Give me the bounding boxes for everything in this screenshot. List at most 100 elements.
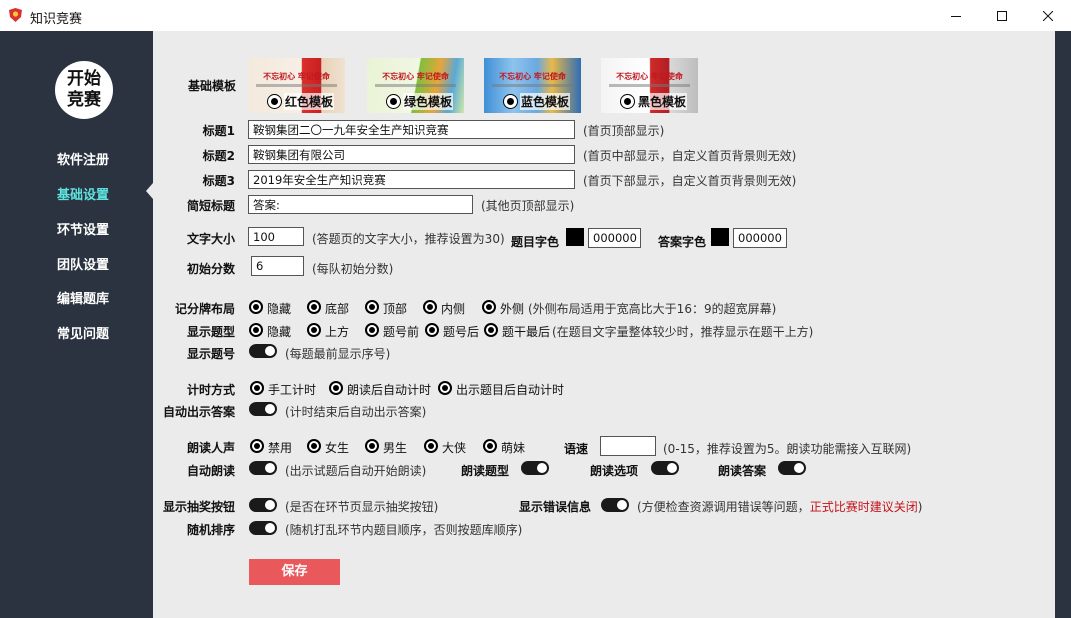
timer-after-read-radio[interactable] bbox=[329, 381, 343, 395]
answer-color-swatch[interactable] bbox=[711, 228, 729, 246]
speech-speed-input[interactable] bbox=[600, 436, 656, 456]
template-blue[interactable]: 不忘初心 牢记使命 蓝色模板 bbox=[484, 58, 581, 113]
voice-male-radio[interactable] bbox=[365, 439, 379, 453]
template-black-radio[interactable] bbox=[620, 94, 635, 109]
sidebar-item-team-settings[interactable]: 团队设置 bbox=[57, 254, 109, 273]
answer-color-label: 答案字色 bbox=[658, 235, 707, 249]
question-type-hint: (在题目文字量整体较少时，推荐显示在题干上方) bbox=[552, 325, 814, 339]
template-green-radio[interactable] bbox=[386, 94, 401, 109]
scoreboard-layout-label: 记分牌布局 bbox=[174, 302, 235, 316]
scoreboard-inner-text: 内侧 bbox=[441, 302, 466, 316]
scoreboard-hide-radio[interactable] bbox=[249, 300, 263, 314]
short-title-input[interactable]: 答案: bbox=[248, 195, 473, 214]
short-title-label: 简短标题 bbox=[186, 199, 235, 213]
timer-manual-text: 手工计时 bbox=[268, 383, 317, 397]
template-black[interactable]: 不忘初心 牢记使命 黑色模板 bbox=[601, 58, 698, 113]
scoreboard-bottom-text: 底部 bbox=[325, 302, 350, 316]
scoreboard-bottom-radio[interactable] bbox=[307, 300, 321, 314]
title2-input[interactable]: 鞍钢集团有限公司 bbox=[248, 145, 575, 164]
window-title: 知识竞赛 bbox=[30, 12, 83, 27]
read-type-toggle[interactable] bbox=[521, 461, 549, 475]
short-title-hint: (其他页顶部显示) bbox=[481, 199, 575, 213]
voice-cute-text: 萌妹 bbox=[501, 441, 526, 455]
timer-manual-radio[interactable] bbox=[250, 381, 264, 395]
random-order-label: 随机排序 bbox=[186, 523, 235, 537]
sidebar: 开始 竞赛 软件注册 基础设置 环节设置 团队设置 编辑题库 常见问题 bbox=[0, 31, 153, 618]
timer-after-show-radio[interactable] bbox=[438, 381, 452, 395]
app-logo-icon bbox=[9, 8, 22, 22]
error-info-toggle[interactable] bbox=[601, 498, 629, 512]
read-answer-label: 朗读答案 bbox=[718, 464, 767, 478]
template-blue-radio[interactable] bbox=[503, 94, 518, 109]
sidebar-item-round-settings[interactable]: 环节设置 bbox=[57, 219, 109, 238]
question-color-label: 题目字色 bbox=[511, 235, 560, 249]
title3-input[interactable]: 2019年安全生产知识竞赛 bbox=[248, 170, 575, 189]
template-blue-banner: 不忘初心 牢记使命 bbox=[499, 72, 566, 81]
voice-hero-radio[interactable] bbox=[424, 439, 438, 453]
font-size-hint: (答题页的文字大小，推荐设置为30) bbox=[312, 232, 505, 246]
active-indicator bbox=[146, 183, 153, 199]
start-contest-logo[interactable]: 开始 竞赛 bbox=[55, 61, 113, 119]
save-button[interactable]: 保存 bbox=[249, 559, 340, 585]
settings-panel: 基础模板 不忘初心 牢记使命 红色模板 不忘初心 牢记使命 绿色模板 不忘初心 … bbox=[153, 31, 1055, 618]
template-blue-label: 蓝色模板 bbox=[520, 93, 571, 110]
title1-input[interactable]: 鞍钢集团二〇一九年安全生产知识竞赛 bbox=[248, 120, 575, 139]
qtype-hide-text: 隐藏 bbox=[267, 325, 292, 339]
voice-cute-radio[interactable] bbox=[483, 439, 497, 453]
read-options-toggle[interactable] bbox=[651, 461, 679, 475]
voice-hero-text: 大侠 bbox=[442, 441, 467, 455]
auto-read-label: 自动朗读 bbox=[186, 464, 235, 478]
sidebar-item-register[interactable]: 软件注册 bbox=[57, 149, 109, 168]
title1-hint: (首页顶部显示) bbox=[583, 124, 665, 138]
template-red-banner: 不忘初心 牢记使命 bbox=[263, 72, 330, 81]
template-green-label: 绿色模板 bbox=[403, 93, 454, 110]
error-info-hint: (方便检查资源调用错误等问题，正式比赛时建议关闭) bbox=[637, 498, 922, 515]
question-color-input[interactable]: 000000 bbox=[588, 228, 641, 248]
template-green[interactable]: 不忘初心 牢记使命 绿色模板 bbox=[367, 58, 464, 113]
voice-female-text: 女生 bbox=[325, 441, 350, 455]
scoreboard-inner-radio[interactable] bbox=[423, 300, 437, 314]
qtype-hide-radio[interactable] bbox=[249, 323, 263, 337]
sidebar-item-basic-settings[interactable]: 基础设置 bbox=[57, 184, 109, 203]
lottery-label: 显示抽奖按钮 bbox=[162, 500, 235, 514]
close-button[interactable] bbox=[1025, 0, 1071, 31]
qtype-before-number-radio[interactable] bbox=[365, 323, 379, 337]
title3-hint: (首页下部显示，自定义首页背景则无效) bbox=[583, 174, 797, 188]
template-red[interactable]: 不忘初心 牢记使命 红色模板 bbox=[248, 58, 345, 113]
qtype-above-text: 上方 bbox=[325, 325, 350, 339]
qtype-after-number-radio[interactable] bbox=[425, 323, 439, 337]
timer-after-read-text: 朗读后自动计时 bbox=[347, 383, 432, 397]
auto-answer-toggle[interactable] bbox=[249, 402, 277, 416]
question-color-swatch[interactable] bbox=[566, 228, 584, 246]
template-red-subline bbox=[256, 84, 337, 87]
template-red-label: 红色模板 bbox=[284, 93, 335, 110]
lottery-toggle[interactable] bbox=[249, 498, 277, 512]
sidebar-item-faq[interactable]: 常见问题 bbox=[57, 323, 109, 342]
qtype-above-radio[interactable] bbox=[307, 323, 321, 337]
voice-disabled-text: 禁用 bbox=[268, 441, 293, 455]
scoreboard-outer-radio[interactable] bbox=[482, 300, 496, 314]
scoreboard-top-radio[interactable] bbox=[365, 300, 379, 314]
qtype-end-radio[interactable] bbox=[484, 323, 498, 337]
question-type-label: 显示题型 bbox=[186, 325, 235, 339]
template-green-subline bbox=[375, 84, 456, 87]
template-red-radio[interactable] bbox=[267, 94, 282, 109]
timer-label: 计时方式 bbox=[186, 383, 235, 397]
voice-female-radio[interactable] bbox=[307, 439, 321, 453]
font-size-input[interactable]: 100 bbox=[248, 227, 304, 246]
voice-disabled-radio[interactable] bbox=[250, 439, 264, 453]
maximize-button[interactable] bbox=[979, 0, 1025, 31]
show-number-toggle[interactable] bbox=[249, 344, 277, 358]
sidebar-item-edit-questions[interactable]: 编辑题库 bbox=[57, 288, 109, 307]
template-green-banner: 不忘初心 牢记使命 bbox=[382, 72, 449, 81]
answer-color-input[interactable]: 000000 bbox=[733, 228, 787, 248]
minimize-button[interactable] bbox=[933, 0, 979, 31]
initial-score-input[interactable]: 6 bbox=[251, 256, 304, 276]
read-answer-toggle[interactable] bbox=[778, 461, 806, 475]
font-size-label: 文字大小 bbox=[186, 232, 235, 246]
maximize-icon bbox=[997, 10, 1007, 21]
auto-read-toggle[interactable] bbox=[249, 461, 277, 475]
minimize-icon bbox=[951, 15, 961, 17]
random-order-toggle[interactable] bbox=[249, 521, 277, 535]
auto-read-hint: (出示试题后自动开始朗读) bbox=[285, 464, 427, 478]
